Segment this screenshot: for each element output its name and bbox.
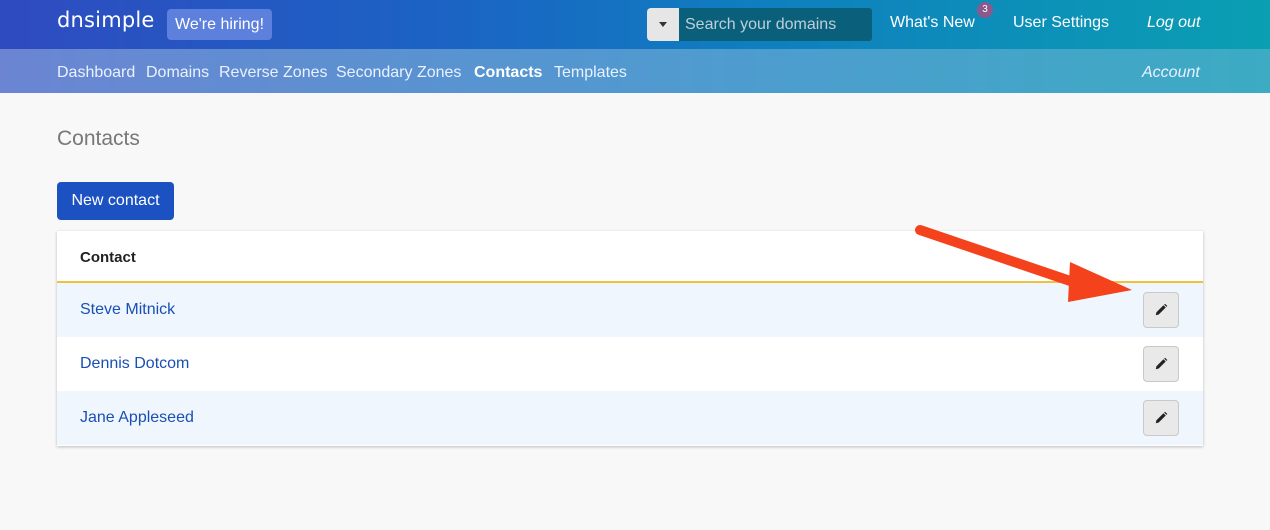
nav-secondary-zones[interactable]: Secondary Zones: [336, 64, 461, 82]
hiring-badge-link[interactable]: We're hiring!: [167, 9, 273, 40]
annotation-arrow-icon: [915, 225, 1132, 302]
whats-new-link[interactable]: What's New: [890, 14, 975, 32]
edit-contact-button[interactable]: [1143, 400, 1179, 436]
whats-new-count-badge: 3: [977, 2, 993, 18]
edit-contact-button[interactable]: [1143, 346, 1179, 382]
contact-name-link[interactable]: Steve Mitnick: [80, 301, 175, 319]
page-title: Contacts: [57, 127, 140, 150]
nav-dashboard[interactable]: Dashboard: [57, 64, 135, 82]
table-row: Dennis Dotcom: [57, 337, 1203, 391]
account-link[interactable]: Account: [1142, 64, 1200, 82]
contact-column-header: Contact: [80, 249, 136, 266]
pencil-icon: [1155, 357, 1168, 370]
contact-name-link[interactable]: Jane Appleseed: [80, 409, 194, 427]
sub-navbar: Dashboard Domains Reverse Zones Secondar…: [0, 49, 1270, 93]
edit-contact-button[interactable]: [1143, 292, 1179, 328]
contact-name-link[interactable]: Dennis Dotcom: [80, 355, 189, 373]
new-contact-button[interactable]: New contact: [57, 182, 174, 220]
user-settings-link[interactable]: User Settings: [1013, 14, 1109, 32]
table-row: Jane Appleseed: [57, 391, 1203, 445]
logout-link[interactable]: Log out: [1147, 14, 1200, 32]
pencil-icon: [1155, 411, 1168, 424]
top-navbar: dnsimple We're hiring! What's New 3 User…: [0, 0, 1270, 49]
nav-templates[interactable]: Templates: [554, 64, 627, 82]
search-scope-dropdown[interactable]: [647, 8, 679, 41]
pencil-icon: [1155, 303, 1168, 316]
search-input[interactable]: [679, 8, 872, 41]
nav-contacts[interactable]: Contacts: [474, 64, 542, 82]
nav-reverse-zones[interactable]: Reverse Zones: [219, 64, 328, 82]
dnsimple-logo[interactable]: dnsimple: [57, 8, 155, 32]
nav-domains[interactable]: Domains: [146, 64, 209, 82]
domain-search: [647, 8, 872, 41]
caret-down-icon: [659, 22, 667, 27]
